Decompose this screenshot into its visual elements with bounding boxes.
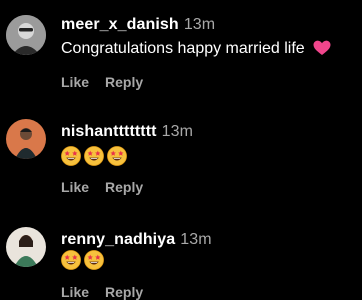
comment-actions: Like Reply [61, 179, 159, 195]
avatar[interactable] [6, 119, 46, 159]
avatar[interactable] [6, 15, 46, 55]
comment-item: renny_nadhiya 13m Like Reply [0, 208, 362, 300]
comment-actions: Like Reply [61, 74, 159, 90]
comment-username[interactable]: nishantttttttt 13m [61, 123, 193, 141]
star-struck-emoji-icon [107, 146, 127, 171]
reply-button[interactable]: Reply [105, 179, 143, 195]
reply-button[interactable]: Reply [105, 74, 143, 90]
like-button[interactable]: Like [61, 284, 89, 300]
comment-text: Congratulations happy married life [61, 40, 331, 61]
comment-body-text: Congratulations happy married life [61, 40, 305, 57]
reply-button[interactable]: Reply [105, 284, 143, 300]
star-struck-emoji-icon [61, 250, 81, 275]
username-text[interactable]: meer_x_danish [61, 16, 179, 33]
username-text[interactable]: nishantttttttt [61, 123, 157, 140]
avatar-man-sunglasses-icon [6, 15, 46, 55]
star-struck-emoji-icon [61, 146, 81, 171]
like-button[interactable]: Like [61, 179, 89, 195]
star-struck-emoji-icon [84, 250, 104, 275]
comment-text [61, 146, 130, 171]
comment-time: 13m [161, 123, 194, 140]
comment-time: 13m [180, 231, 212, 248]
comment-username[interactable]: meer_x_danish 13m [61, 16, 215, 34]
comment-time: 13m [183, 16, 216, 33]
comment-actions: Like Reply [61, 284, 159, 300]
comment-item: nishantttttttt 13m Like Reply [0, 100, 362, 208]
star-struck-emoji-icon [84, 146, 104, 171]
comment-item: meer_x_danish 13m Congratulations happy m… [0, 0, 362, 100]
like-button[interactable]: Like [61, 74, 89, 90]
avatar-woman-green-dress-icon [6, 227, 46, 267]
avatar-man-orange-background-icon [6, 119, 46, 159]
pink-heart-icon [313, 40, 331, 61]
username-text[interactable]: renny_nadhiya [61, 231, 175, 248]
avatar[interactable] [6, 227, 46, 267]
comment-username[interactable]: renny_nadhiya 13m [61, 231, 212, 249]
comment-text [61, 250, 107, 275]
